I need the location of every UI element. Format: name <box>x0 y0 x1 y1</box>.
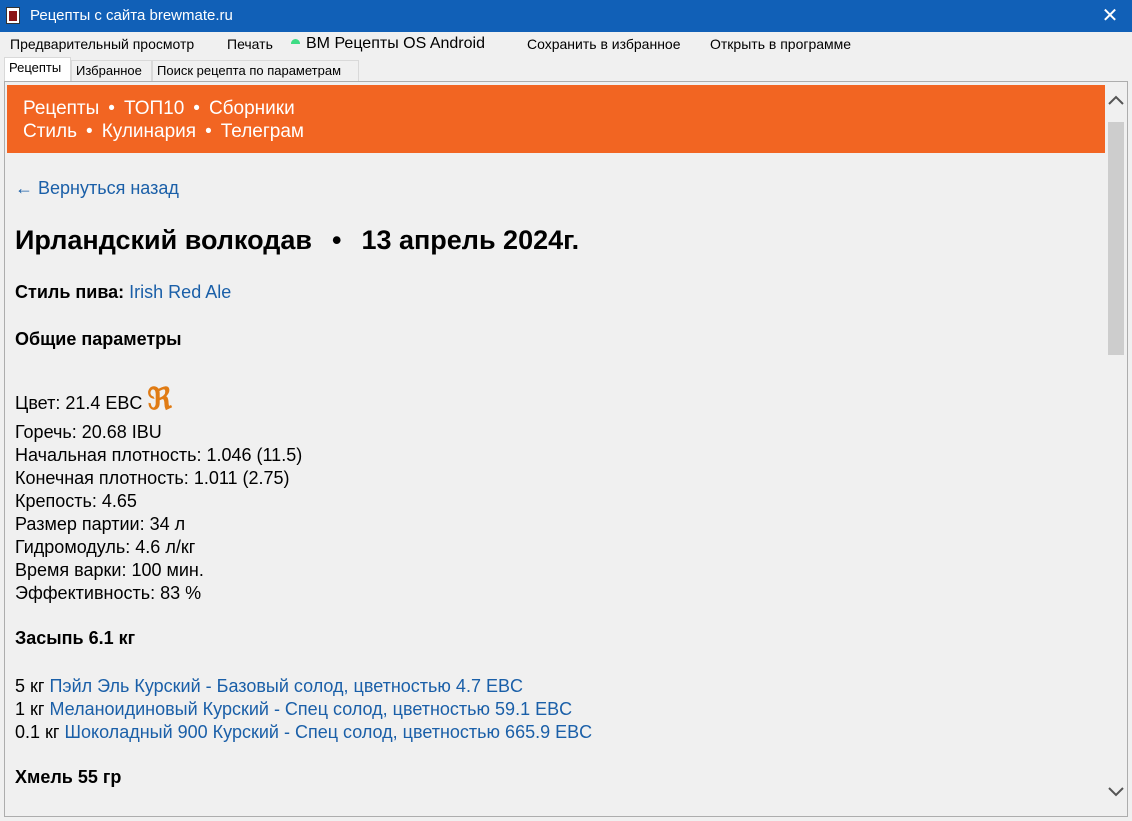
recipe-name: Ирландский волкодав <box>15 225 312 255</box>
param-bitterness: Горечь: 20.68 IBU <box>15 422 162 442</box>
nav-row-1: Рецепты • ТОП10 • Сборники <box>23 98 295 119</box>
menu-bar: Предварительный просмотр Печать BM Рецеп… <box>0 32 1132 56</box>
title-bar: Рецепты с сайта brewmate.ru ✕ <box>0 0 1132 32</box>
params-list: Горечь: 20.68 IBU Начальная плотность: 1… <box>15 421 302 605</box>
tab-favorites[interactable]: Избранное <box>71 60 152 81</box>
android-icon <box>291 39 300 44</box>
param-batch: Размер партии: 34 л <box>15 514 186 534</box>
list-item: 1 кг Меланоидиновый Курский - Спец солод… <box>15 699 573 719</box>
close-button[interactable]: ✕ <box>1088 0 1132 32</box>
recipe-date: 13 апрель 2024г. <box>361 225 580 255</box>
color-line: Цвет: 21.4 EBC ℜ <box>15 382 172 417</box>
site-nav-banner: Рецепты • ТОП10 • Сборники Стиль • Кулинария • Т… <box>7 85 1106 153</box>
menu-preview[interactable]: Предварительный просмотр <box>10 36 194 52</box>
nav-telegram[interactable]: Телеграм <box>221 121 304 142</box>
beer-style-line: Стиль пива: Irish Red Ale <box>15 282 231 303</box>
scroll-down-icon[interactable] <box>1105 784 1127 800</box>
vertical-scrollbar[interactable] <box>1105 82 1127 816</box>
nav-row-2: Стиль • Кулинария • Телеграм <box>23 121 304 142</box>
color-rune-icon: ℜ <box>147 382 172 417</box>
tab-search[interactable]: Поиск рецепта по параметрам <box>152 60 359 81</box>
menu-android-label: BM Рецепты OS Android <box>306 35 485 52</box>
tab-recipes[interactable]: Рецепты <box>4 57 71 81</box>
malt-link[interactable]: Меланоидиновый Курский - Спец солод, цве… <box>49 699 572 719</box>
params-heading: Общие параметры <box>15 329 182 349</box>
list-item: 5 кг Пэйл Эль Курский - Базовый солод, ц… <box>15 676 523 696</box>
menu-print[interactable]: Печать <box>227 36 273 52</box>
list-item: 0.1 кг Шоколадный 900 Курский - Спец сол… <box>15 722 593 742</box>
nav-recipes[interactable]: Рецепты <box>23 98 99 119</box>
browser-view: Рецепты • ТОП10 • Сборники Стиль • Кулинария • Т… <box>4 81 1128 817</box>
malt-link[interactable]: Шоколадный 900 Курский - Спец солод, цве… <box>64 722 592 742</box>
nav-cooking[interactable]: Кулинария <box>102 121 196 142</box>
style-link[interactable]: Irish Red Ale <box>129 282 231 302</box>
param-ratio: Гидромодуль: 4.6 л/кг <box>15 537 196 557</box>
param-og: Начальная плотность: 1.046 (11.5) <box>15 445 303 465</box>
menu-open-program[interactable]: Открыть в программе <box>710 36 851 52</box>
param-abv: Крепость: 4.65 <box>15 491 137 511</box>
hops-heading: Хмель 55 гр <box>15 767 122 787</box>
param-efficiency: Эффективность: 83 % <box>15 583 202 603</box>
tab-strip: Рецепты Избранное Поиск рецепта по парам… <box>0 57 1132 81</box>
malt-link[interactable]: Пэйл Эль Курский - Базовый солод, цветно… <box>49 676 523 696</box>
nav-collections[interactable]: Сборники <box>209 98 295 119</box>
malt-list: 5 кг Пэйл Эль Курский - Базовый солод, ц… <box>15 675 592 744</box>
param-boil: Время варки: 100 мин. <box>15 560 204 580</box>
color-value: Цвет: 21.4 EBC <box>15 393 143 413</box>
scroll-thumb[interactable] <box>1108 122 1124 355</box>
param-fg: Конечная плотность: 1.011 (2.75) <box>15 468 290 488</box>
app-icon <box>6 7 20 24</box>
style-label: Стиль пива: <box>15 282 125 302</box>
nav-top10[interactable]: ТОП10 <box>124 98 184 119</box>
page-title: Ирландский волкодав • 13 апрель 2024г. <box>15 225 580 255</box>
scroll-up-icon[interactable] <box>1105 92 1127 108</box>
nav-style[interactable]: Стиль <box>23 121 77 142</box>
menu-save-favorite[interactable]: Сохранить в избранное <box>527 36 681 52</box>
malt-heading: Засыпь 6.1 кг <box>15 628 136 648</box>
back-link[interactable]: ← Вернуться назад <box>15 178 179 199</box>
menu-android[interactable]: BM Рецепты OS Android <box>291 35 485 53</box>
window-title: Рецепты с сайта brewmate.ru <box>30 7 233 24</box>
